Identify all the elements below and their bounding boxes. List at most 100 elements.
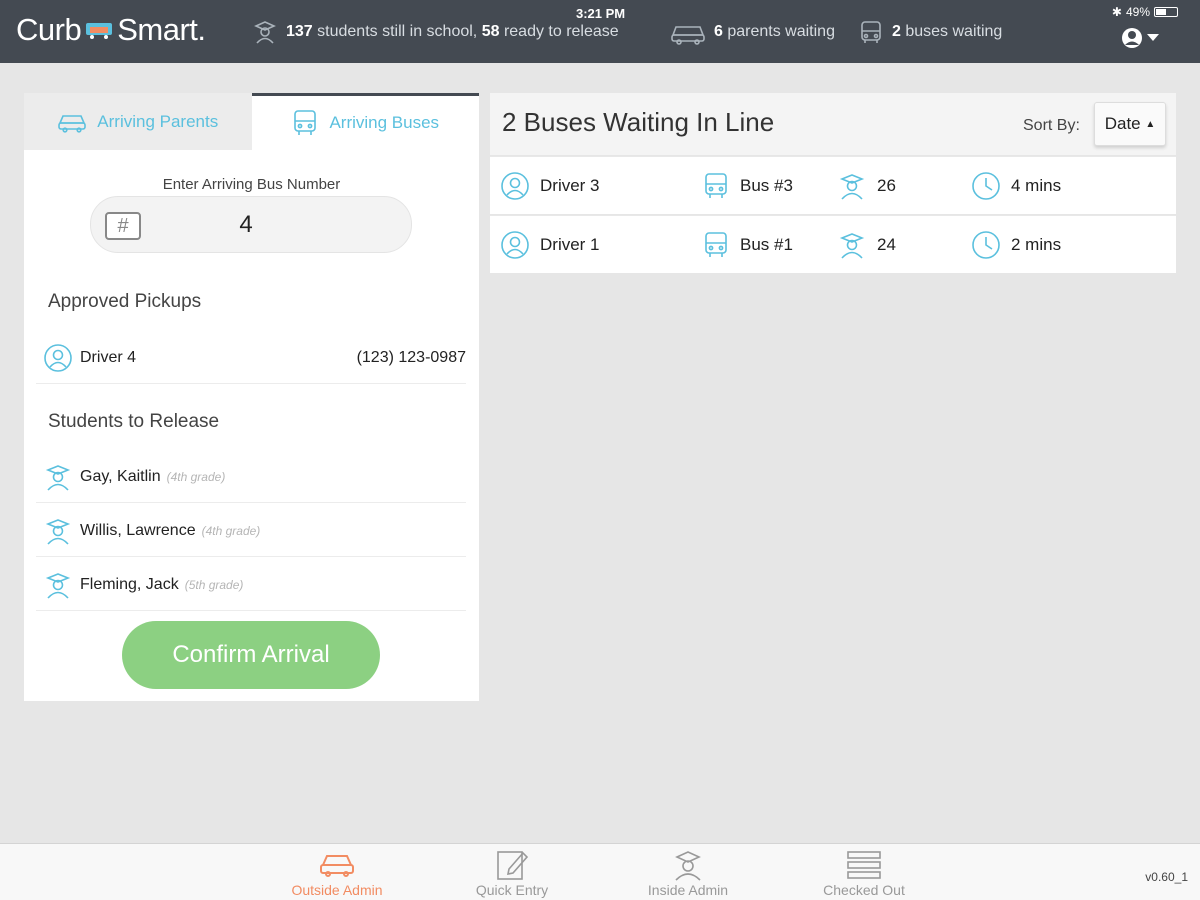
tab-arriving-buses[interactable]: Arriving Buses xyxy=(251,93,479,150)
student-icon xyxy=(675,851,701,881)
parents-text: parents waiting xyxy=(727,23,835,40)
person-icon xyxy=(42,342,74,374)
nav-inside-admin[interactable]: Inside Admin xyxy=(613,848,763,898)
bottom-nav: Outside Admin Quick Entry Inside Admin C… xyxy=(0,843,1200,900)
nav-label: Inside Admin xyxy=(647,882,729,898)
bus-number: Bus #1 xyxy=(740,235,793,254)
confirm-arrival-button[interactable]: Confirm Arrival xyxy=(122,621,380,689)
bus-cell: Bus #3 xyxy=(702,157,793,215)
tab-label: Arriving Parents xyxy=(97,111,219,131)
sort-label: Sort By: xyxy=(1023,117,1080,134)
bus-queue-panel: 2 Buses Waiting In Line Sort By: Date ▲ … xyxy=(490,93,1176,276)
logo-text-smart: Smart xyxy=(117,12,198,47)
queue-header: 2 Buses Waiting In Line Sort By: Date ▲ xyxy=(490,93,1176,155)
student-row[interactable]: Willis, Lawrence (4th grade) xyxy=(36,505,466,557)
queue-row[interactable]: Driver 3 Bus #3 26 4 mins xyxy=(490,156,1176,214)
battery-fill xyxy=(1156,9,1166,15)
status-battery: ✱ 49% xyxy=(1112,5,1178,19)
bus-number-input[interactable] xyxy=(151,209,341,241)
bus-number-field: # xyxy=(90,196,412,253)
students-count: 137 xyxy=(286,23,313,40)
bus-icon xyxy=(705,173,727,198)
pickup-phone: (123) 123-0987 xyxy=(356,348,466,366)
student-name: Willis, Lawrence xyxy=(80,521,196,539)
bus-icon xyxy=(705,232,727,257)
caret-up-icon: ▲ xyxy=(1145,119,1156,131)
queue-title: 2 Buses Waiting In Line xyxy=(502,107,775,137)
version-label: v0.60_1 xyxy=(1145,870,1188,884)
nav-label: Quick Entry xyxy=(475,882,549,898)
user-avatar-icon xyxy=(1122,28,1142,48)
driver-name: Driver 1 xyxy=(540,235,600,254)
nav-label: Outside Admin xyxy=(291,882,383,898)
nav-label: Checked Out xyxy=(823,882,905,898)
driver-cell: Driver 3 xyxy=(500,157,600,215)
wait-time: 4 mins xyxy=(1011,176,1062,195)
user-menu[interactable] xyxy=(1120,26,1159,50)
car-icon xyxy=(671,26,705,45)
bus-number-label: Enter Arriving Bus Number xyxy=(162,176,341,193)
student-icon xyxy=(254,21,276,44)
logo-car-icon xyxy=(86,23,113,39)
tab-arriving-parents[interactable]: Arriving Parents xyxy=(24,93,252,150)
car-icon xyxy=(58,114,87,133)
approved-pickups-title: Approved Pickups xyxy=(48,291,202,312)
bus-icon xyxy=(861,21,881,43)
sort-value: Date xyxy=(1104,114,1141,133)
parents-count: 6 xyxy=(714,23,723,40)
pencil-icon xyxy=(497,851,529,880)
person-icon xyxy=(501,172,529,200)
student-grade: (4th grade) xyxy=(201,523,261,538)
chevron-down-icon xyxy=(1147,34,1159,41)
battery-icon xyxy=(1154,7,1178,17)
driver-cell: Driver 1 xyxy=(500,216,600,274)
buses-count: 2 xyxy=(892,23,901,40)
student-count: 24 xyxy=(877,235,896,254)
queue-row[interactable]: Driver 1 Bus #1 24 2 mins xyxy=(490,215,1176,273)
tab-label: Arriving Buses xyxy=(329,113,440,132)
top-bar: Curb Smart. 3:21 PM ✱ 49% 137 students s… xyxy=(0,0,1200,63)
nav-quick-entry[interactable]: Quick Entry xyxy=(437,848,587,898)
student-icon xyxy=(839,174,865,200)
logo-text-curb: Curb xyxy=(16,12,82,47)
ready-text: ready to release xyxy=(503,23,619,40)
person-icon xyxy=(501,231,529,259)
nav-checked-out[interactable]: Checked Out xyxy=(789,848,939,898)
student-row[interactable]: Fleming, Jack (5th grade) xyxy=(36,559,466,611)
student-icon xyxy=(42,461,74,493)
arrival-panel: Arriving Parents Arriving Buses Enter Ar… xyxy=(24,93,479,701)
clock-icon xyxy=(972,231,1000,259)
driver-name: Driver 3 xyxy=(540,176,600,195)
curbsmart-logo: Curb Smart. xyxy=(16,12,206,48)
student-icon xyxy=(42,569,74,601)
battery-percent: 49% xyxy=(1125,5,1150,19)
student-grade: (5th grade) xyxy=(184,577,244,592)
buses-stat: 2 buses waiting xyxy=(858,19,1002,45)
clock-icon xyxy=(972,172,1000,200)
student-grade: (4th grade) xyxy=(166,469,226,484)
students-cell: 26 xyxy=(837,157,896,215)
students-cell: 24 xyxy=(837,216,896,274)
students-to-release-title: Students to Release xyxy=(48,411,220,432)
buses-text: buses waiting xyxy=(905,23,1003,40)
ready-count: 58 xyxy=(481,23,500,40)
arrival-tabs: Arriving Parents Arriving Buses xyxy=(24,93,479,150)
student-name: Gay, Kaitlin xyxy=(80,467,161,485)
students-stat: 137 students still in school, 58 ready t… xyxy=(252,19,619,45)
wait-cell: 4 mins xyxy=(971,157,1061,215)
bus-icon xyxy=(294,110,317,135)
parents-stat: 6 parents waiting xyxy=(670,19,835,45)
pickup-name: Driver 4 xyxy=(80,348,137,366)
student-count: 26 xyxy=(877,176,896,195)
car-icon xyxy=(320,855,354,877)
pickup-row[interactable]: Driver 4 (123) 123-0987 xyxy=(36,332,466,384)
nav-outside-admin[interactable]: Outside Admin xyxy=(262,848,412,898)
students-text: students still in school, xyxy=(317,23,478,40)
wait-time: 2 mins xyxy=(1011,235,1062,254)
wait-cell: 2 mins xyxy=(971,216,1061,274)
student-icon xyxy=(42,515,74,547)
sort-dropdown[interactable]: Date ▲ xyxy=(1094,102,1166,146)
student-row[interactable]: Gay, Kaitlin (4th grade) xyxy=(36,451,466,503)
bluetooth-icon: ✱ xyxy=(1111,5,1122,19)
bus-cell: Bus #1 xyxy=(702,216,793,274)
